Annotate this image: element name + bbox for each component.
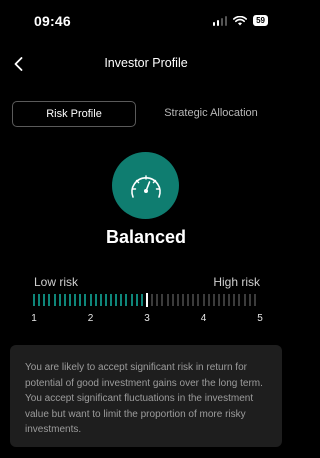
speedometer-icon [130, 174, 161, 198]
status-icons: 59 [212, 15, 268, 26]
page-title: Investor Profile [104, 56, 188, 70]
risk-number: 2 [87, 313, 94, 324]
risk-number: 4 [200, 313, 207, 324]
tab-bar: Risk Profile Strategic Allocation [12, 101, 280, 127]
wifi-icon [233, 15, 248, 25]
status-bar: 09:46 59 [0, 0, 292, 44]
description-card: You are likely to accept significant ris… [10, 345, 282, 447]
risk-number: 3 [144, 313, 150, 324]
risk-scale-bar [33, 293, 256, 307]
battery-icon: 59 [253, 15, 268, 26]
risk-number: 1 [31, 313, 37, 324]
tab-strategic-allocation[interactable]: Strategic Allocation [142, 101, 280, 125]
risk-scale-labels: Low risk High risk [34, 275, 260, 289]
profile-icon-circle [112, 152, 179, 219]
risk-profile-name: Balanced [105, 227, 187, 247]
signal-icon [212, 15, 228, 26]
tab-risk-profile[interactable]: Risk Profile [12, 101, 136, 127]
risk-number: 5 [257, 313, 263, 324]
status-time: 09:46 [34, 13, 71, 29]
high-risk-label: High risk [213, 275, 260, 289]
risk-description: You are likely to accept significant ris… [25, 362, 263, 435]
nav-bar: Investor Profile [0, 50, 292, 80]
low-risk-label: Low risk [34, 275, 79, 289]
